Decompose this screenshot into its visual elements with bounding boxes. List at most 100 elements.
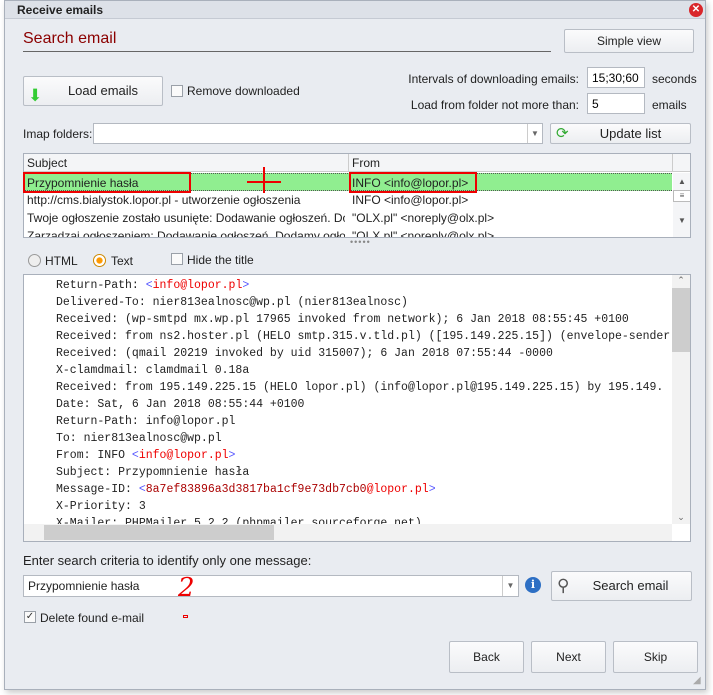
header-text: X-Priority: 3	[56, 500, 146, 513]
limit-label: Load from folder not more than:	[410, 98, 579, 112]
email-table: Subject From Przypomnienie hasła INFO <in…	[23, 153, 691, 238]
delete-found-checkbox[interactable]: ✓	[24, 611, 36, 623]
subject-cell: http://cms.bialystok.lopor.pl - utworzen…	[27, 193, 301, 207]
header-line: Return-Path: info@lopor.pl	[56, 413, 670, 430]
hide-title-label: Hide the title	[187, 253, 254, 267]
search-criteria-combo[interactable]: Przypomnienie hasła ▼	[23, 575, 519, 597]
hide-title-checkbox[interactable]	[171, 253, 183, 265]
imap-folders-label: Imap folders:	[23, 127, 93, 141]
annotation-box-subject	[23, 172, 191, 193]
header-text: Received: from ns2.hoster.pl (HELO smtp.…	[56, 330, 671, 343]
header-line: Return-Path: <info@lopor.pl>	[56, 277, 670, 294]
header-text: <	[131, 449, 139, 462]
refresh-icon: ⟳	[556, 125, 569, 142]
header-text: Delivered-To: nier813ealnosc@wp.pl (nier…	[56, 296, 408, 309]
intervals-label: Intervals of downloading emails:	[408, 72, 579, 86]
annotation-cross	[263, 167, 265, 193]
header-text: Received: from 195.149.225.15 (HELO lopo…	[56, 381, 664, 394]
table-row[interactable]: Twoje ogłoszenie zostało usunięte: Dodaw…	[24, 209, 672, 227]
chevron-down-icon[interactable]: ▼	[527, 124, 542, 143]
header-text: @lopor.pl	[366, 483, 429, 496]
update-list-button[interactable]: ⟳ Update list	[550, 123, 691, 144]
header-line: Message-ID: <8a7ef83896a3d3817ba1cf9e73d…	[56, 481, 670, 498]
scroll-up-icon[interactable]: ▲	[673, 177, 690, 186]
header-line: From: INFO <info@lopor.pl>	[56, 447, 670, 464]
table-scrollbar[interactable]: ▲ ≡ ▼	[673, 173, 690, 237]
header-line: Received: (qmail 20219 invoked by uid 31…	[56, 345, 670, 362]
header-line: X-clamdmail: clamdmail 0.18a	[56, 362, 670, 379]
page-title: Search email	[23, 30, 117, 47]
intervals-input[interactable]	[587, 67, 645, 88]
intervals-unit: seconds	[652, 72, 697, 86]
title-bar: Receive emails	[5, 1, 705, 19]
annotation-mark	[183, 615, 188, 618]
column-header-from[interactable]: From	[352, 156, 380, 170]
header-text: To: nier813ealnosc@wp.pl	[56, 432, 222, 445]
html-radio[interactable]	[28, 254, 41, 267]
table-row[interactable]: http://cms.bialystok.lopor.pl - utworzen…	[24, 191, 672, 209]
subject-cell: Zarządzaj ogłoszeniem: Dodawanie ogłosze…	[27, 229, 345, 238]
header-text: info@lopor.pl	[138, 449, 229, 462]
message-body-pane[interactable]: Return-Path: <info@lopor.pl> Delivered-To…	[23, 274, 691, 542]
remove-downloaded-label: Remove downloaded	[187, 84, 300, 98]
chevron-down-icon[interactable]: ▼	[502, 576, 518, 596]
text-radio[interactable]	[93, 254, 106, 267]
limit-input[interactable]	[587, 93, 645, 114]
header-text: Date: Sat, 6 Jan 2018 08:55:44 +0100	[56, 398, 305, 411]
body-horizontal-scrollbar[interactable]	[24, 524, 672, 541]
header-text: X-clamdmail: clamdmail 0.18a	[56, 364, 250, 377]
header-text: From: INFO	[56, 449, 132, 462]
table-row[interactable]: Zarządzaj ogłoszeniem: Dodawanie ogłosze…	[24, 227, 672, 238]
header-text: >	[228, 449, 236, 462]
next-button[interactable]: Next	[531, 641, 606, 673]
scroll-thumb[interactable]	[672, 288, 690, 352]
from-cell: "OLX.pl" <noreply@olx.pl>	[352, 229, 495, 238]
from-cell: INFO <info@lopor.pl>	[352, 193, 469, 207]
table-header: Subject From	[24, 154, 690, 172]
update-list-label: Update list	[599, 126, 662, 141]
scroll-down-icon[interactable]: ⌄	[672, 512, 690, 523]
header-text: info@lopor.pl	[152, 279, 243, 292]
header-text: Received: (wp-smtpd mx.wp.pl 17965 invok…	[56, 313, 629, 326]
info-icon[interactable]: i	[525, 577, 541, 593]
back-button[interactable]: Back	[449, 641, 524, 673]
header-line: Received: from 195.149.225.15 (HELO lopo…	[56, 379, 670, 396]
header-line: X-Priority: 3	[56, 498, 670, 515]
html-radio-label: HTML	[45, 254, 78, 268]
search-criteria-label: Enter search criteria to identify only o…	[23, 553, 312, 568]
header-text: Return-Path:	[56, 279, 146, 292]
header-text: Message-ID:	[56, 483, 139, 496]
header-text: Return-Path: info@lopor.pl	[56, 415, 236, 428]
down-arrow-icon: ⬇	[28, 86, 43, 105]
header-text: Received: (qmail 20219 invoked by uid 31…	[56, 347, 553, 360]
header-text: >	[242, 279, 250, 292]
remove-downloaded-checkbox[interactable]	[171, 85, 183, 97]
header-line: Date: Sat, 6 Jan 2018 08:55:44 +0100	[56, 396, 670, 413]
search-icon: ⚲	[557, 576, 570, 595]
resize-grip-icon[interactable]: ◢	[693, 675, 701, 686]
header-line: Received: (wp-smtpd mx.wp.pl 17965 invok…	[56, 311, 670, 328]
from-cell: "OLX.pl" <noreply@olx.pl>	[352, 211, 495, 225]
header-text: <	[145, 279, 153, 292]
close-icon[interactable]: ✕	[689, 3, 703, 17]
skip-button[interactable]: Skip	[613, 641, 698, 673]
imap-folders-combo[interactable]: ▼	[93, 123, 543, 144]
scroll-thumb[interactable]	[44, 525, 274, 540]
search-criteria-value: Przypomnienie hasła	[28, 579, 140, 593]
splitter-handle[interactable]: •••••	[350, 237, 371, 247]
column-header-subject[interactable]: Subject	[27, 156, 67, 170]
scroll-down-icon[interactable]: ▼	[673, 216, 690, 225]
subject-cell: Twoje ogłoszenie zostało usunięte: Dodaw…	[27, 211, 345, 225]
simple-view-button[interactable]: Simple view	[564, 29, 694, 53]
header-text: Subject: Przypomnienie hasła	[56, 466, 250, 479]
text-radio-label: Text	[111, 254, 134, 268]
scroll-thumb[interactable]: ≡	[673, 190, 690, 202]
scroll-up-icon[interactable]: ⌃	[672, 275, 690, 286]
window-title: Receive emails	[17, 3, 104, 17]
annotation-box-from	[349, 172, 477, 193]
header-line: Received: from ns2.hoster.pl (HELO smtp.…	[56, 328, 670, 345]
search-email-button[interactable]: ⚲ Search email	[551, 571, 692, 601]
load-emails-button[interactable]: ⬇ Load emails	[23, 76, 163, 106]
body-vertical-scrollbar[interactable]: ⌃ ⌄	[672, 275, 690, 524]
header-line: Subject: Przypomnienie hasła	[56, 464, 670, 481]
